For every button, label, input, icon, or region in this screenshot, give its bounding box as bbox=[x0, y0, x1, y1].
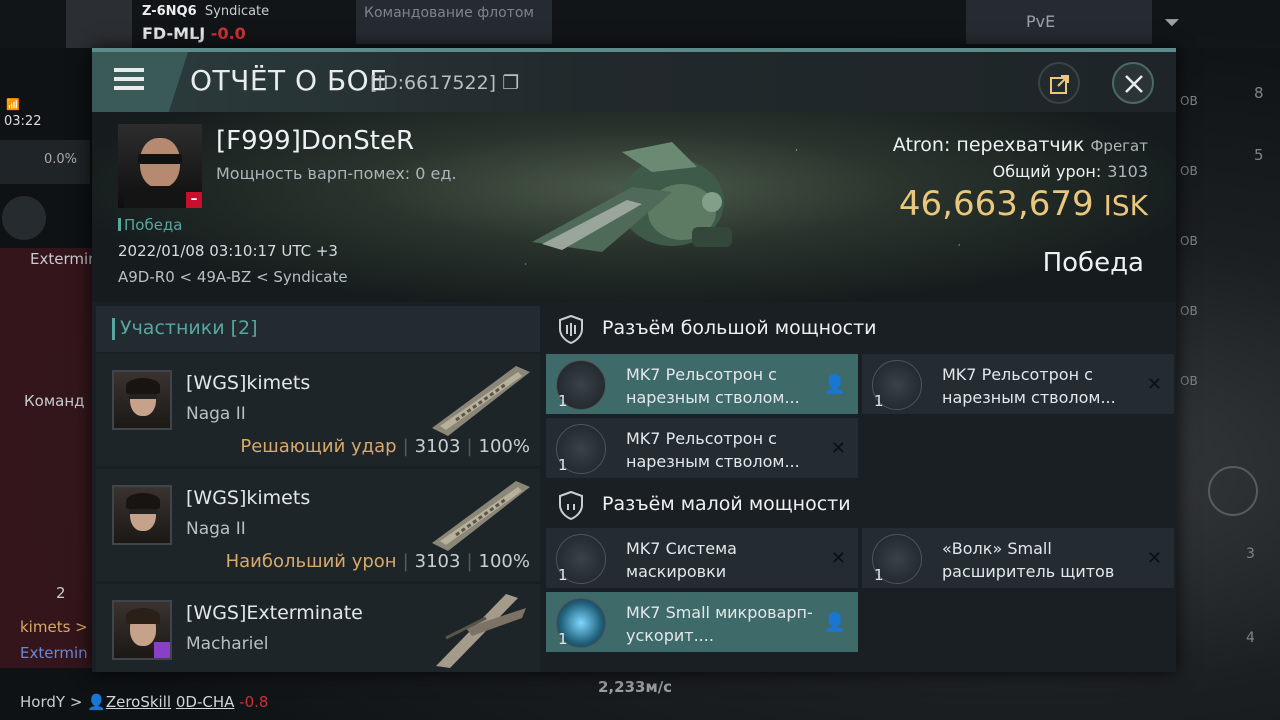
module-name: MK7 Рельсотрон с нарезным стволом... bbox=[942, 365, 1116, 407]
participants-panel: Участники [2] [WGS]kimets Naga II Решающ… bbox=[96, 306, 540, 672]
mode-selector[interactable]: PvE bbox=[966, 0, 1152, 44]
warp-disrupt-strength: Мощность варп-помех: 0 ед. bbox=[216, 164, 457, 183]
right-hud-count: 5 bbox=[1254, 146, 1264, 164]
side-text: Команд bbox=[24, 392, 85, 410]
side-text: 2 bbox=[56, 584, 66, 602]
report-id[interactable]: [ID:6617522] ❐ bbox=[370, 72, 519, 94]
kill-location[interactable]: A9D-R0 < 49A-BZ < Syndicate bbox=[118, 268, 348, 286]
fitting-module[interactable]: 1 MK7 Рельсотрон с нарезным стволом... ✕ bbox=[546, 418, 858, 478]
right-hud-strip: 8 ОВ 5 ОВ ОВ ОВ ОВ 3 4 bbox=[1176, 48, 1280, 720]
pilot-icon: 👤 bbox=[823, 374, 846, 395]
module-name: MK7 Small микроварп-ускорит.... bbox=[626, 603, 813, 645]
right-hud-label: ОВ bbox=[1180, 164, 1198, 178]
right-hud-label: ОВ bbox=[1180, 304, 1198, 318]
side-text: Extermin bbox=[20, 644, 88, 662]
wifi-icon: 📶 bbox=[6, 98, 20, 111]
hostile-standing-icon: – bbox=[186, 192, 202, 208]
pilot-link[interactable]: ZeroSkill bbox=[106, 693, 171, 711]
right-hud-label: ОВ bbox=[1180, 374, 1198, 388]
copy-icon[interactable]: ❐ bbox=[502, 72, 519, 94]
right-hud-label: ОВ bbox=[1180, 94, 1198, 108]
pilot-status-line: HordY > 👤ZeroSkill 0D-CHA -0.8 bbox=[20, 693, 269, 711]
hud-top-bar: Z-6NQ6 Syndicate FD-MLJ -0.0 Командовани… bbox=[0, 0, 1280, 48]
pilot-icon: 👤 bbox=[823, 612, 846, 633]
victim-portrait[interactable]: – bbox=[118, 124, 202, 208]
module-name: MK7 Рельсотрон с нарезным стволом... bbox=[626, 429, 800, 471]
result-tag: Победа bbox=[118, 216, 183, 234]
participant-name: [WGS]kimets bbox=[186, 372, 311, 394]
participant-ship: Machariel bbox=[186, 634, 269, 654]
participant-row[interactable]: [WGS]Exterminate Machariel bbox=[96, 584, 540, 672]
low-slot-header: Разъём малой мощности bbox=[546, 482, 1174, 528]
low-slot-icon bbox=[559, 490, 583, 520]
fitting-module[interactable]: 1 MK7 Small микроварп-ускорит.... 👤 bbox=[546, 592, 858, 652]
participant-ship-image bbox=[432, 481, 530, 551]
total-damage: Общий урон: 3103 bbox=[992, 162, 1148, 181]
avatar bbox=[112, 600, 172, 660]
fleet-command-button[interactable]: Командование флотом bbox=[356, 0, 552, 44]
clock: 03:22 bbox=[4, 114, 42, 129]
right-hud-label: ОВ bbox=[1180, 234, 1198, 248]
kill-datetime: 2022/01/08 03:10:17 UTC +3 bbox=[118, 242, 338, 260]
destroyed-icon: ✕ bbox=[1146, 548, 1162, 569]
side-text: Extermin bbox=[30, 250, 98, 268]
combat-report-window: ОТЧЁТ О БОЕ [ID:6617522] ❐ – [F999]DonSt… bbox=[92, 48, 1176, 672]
participant-row[interactable]: [WGS]kimets Naga II Решающий удар | 3103 | 1… bbox=[96, 354, 540, 466]
system-name[interactable]: FD-MLJ -0.0 bbox=[142, 24, 246, 43]
kill-header: – [F999]DonSteR Мощность варп-помех: 0 е… bbox=[92, 112, 1176, 302]
share-button[interactable] bbox=[1038, 62, 1080, 104]
fittings-panel: Разъём большой мощности 1 MK7 Рельсотрон… bbox=[546, 306, 1174, 672]
module-name: MK7 Система маскировки bbox=[626, 539, 737, 581]
participant-ship-image bbox=[436, 594, 526, 668]
fitting-module[interactable]: 1 MK7 Система маскировки ✕ bbox=[546, 528, 858, 588]
right-hud-count: 3 bbox=[1246, 546, 1255, 562]
cargo-indicator[interactable]: 0.0% bbox=[0, 140, 90, 184]
participant-ship: Naga II bbox=[186, 519, 246, 539]
participant-ship: Naga II bbox=[186, 404, 246, 424]
high-slot-header: Разъём большой мощности bbox=[546, 306, 1174, 352]
close-icon bbox=[1125, 75, 1143, 93]
hamburger-icon bbox=[114, 68, 144, 92]
right-hud-count: 4 bbox=[1246, 630, 1255, 646]
destroyed-icon: ✕ bbox=[830, 438, 846, 459]
fitting-module[interactable]: 1 MK7 Рельсотрон с нарезным стволом... 👤 bbox=[546, 354, 858, 414]
avatar bbox=[112, 370, 172, 430]
outcome-label: Победа bbox=[1042, 248, 1144, 278]
participant-name: [WGS]kimets bbox=[186, 487, 311, 509]
participant-name: [WGS]Exterminate bbox=[186, 602, 363, 624]
participant-row[interactable]: [WGS]kimets Naga II Наибольший урон | 3103… bbox=[96, 469, 540, 581]
location-link[interactable]: 0D-CHA bbox=[176, 693, 235, 711]
fitting-module[interactable]: 1 MK7 Рельсотрон с нарезным стволом... ✕ bbox=[862, 354, 1174, 414]
isk-value: 46,663,679 ISK bbox=[898, 184, 1148, 224]
module-name: «Волк» Small расширитель щитов bbox=[942, 539, 1115, 581]
corp-tag-icon bbox=[154, 642, 170, 658]
destroyed-icon: ✕ bbox=[830, 548, 846, 569]
speed-readout: 2,233м/с bbox=[598, 678, 673, 696]
avatar bbox=[112, 485, 172, 545]
side-text: kimets > bbox=[20, 618, 88, 636]
fitting-module[interactable]: 1 «Волк» Small расширитель щитов ✕ bbox=[862, 528, 1174, 588]
close-button[interactable] bbox=[1112, 62, 1154, 104]
participant-ship-image bbox=[432, 366, 530, 436]
title-bar: ОТЧЁТ О БОЕ [ID:6617522] ❐ bbox=[92, 52, 1176, 112]
destroyed-icon: ✕ bbox=[1146, 374, 1162, 395]
victim-ship: Atron: перехватчик Фрегат bbox=[892, 134, 1148, 156]
swap-icon[interactable] bbox=[1208, 466, 1258, 516]
victim-name[interactable]: [F999]DonSteR bbox=[216, 126, 414, 156]
high-slot-icon bbox=[559, 314, 583, 344]
player-avatar[interactable] bbox=[66, 0, 132, 48]
participant-stats: Решающий удар | 3103 | 100% bbox=[240, 436, 530, 457]
location-pin-icon[interactable] bbox=[2, 196, 46, 240]
menu-button[interactable] bbox=[92, 52, 188, 112]
participant-stats: Наибольший урон | 3103 | 100% bbox=[225, 551, 530, 572]
participants-header: Участники [2] bbox=[96, 306, 540, 352]
victim-ship-image[interactable] bbox=[522, 132, 762, 282]
hostile-overlay bbox=[0, 248, 92, 668]
window-title: ОТЧЁТ О БОЕ bbox=[190, 64, 388, 97]
system-security: Z-6NQ6 Syndicate bbox=[142, 4, 270, 19]
filter-icon[interactable]: ⏷ bbox=[1164, 10, 1180, 34]
share-icon bbox=[1050, 75, 1069, 94]
module-name: MK7 Рельсотрон с нарезным стволом... bbox=[626, 365, 800, 407]
